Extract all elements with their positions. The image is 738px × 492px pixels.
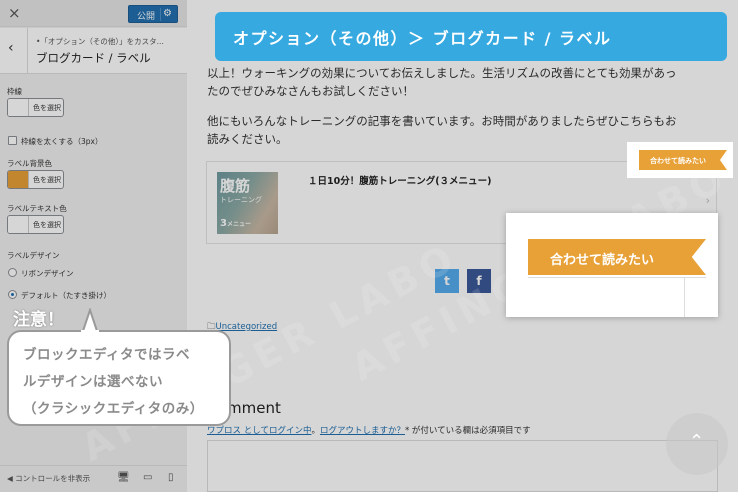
comment-heading: mment — [227, 399, 281, 417]
border-color-swatch — [8, 99, 29, 116]
screenshot-root: × 公開 ⚙ ‹ •「オプション（その他）」をカスタ... ブログカード / ラ… — [0, 0, 738, 492]
default-design-label: デフォルト（たすき掛け） — [21, 291, 111, 300]
hide-controls-button[interactable]: ◀ コントロールを非表示 — [7, 473, 90, 484]
category-link[interactable]: Uncategorized — [216, 322, 278, 332]
select-color-text: 色を選択 — [33, 104, 61, 112]
breadcrumb: •「オプション（その他）」をカスタ... — [36, 37, 164, 46]
thumbnail-text-sub: トレーニング — [220, 196, 262, 204]
publish-button[interactable]: 公開 ⚙ — [128, 5, 178, 23]
comment-textarea[interactable] — [207, 440, 718, 492]
publish-divider — [160, 8, 161, 21]
thick-border-checkbox[interactable] — [8, 136, 17, 145]
default-design-radio[interactable] — [8, 290, 17, 299]
bubble-line-2: ルデザインは選べない — [23, 374, 163, 390]
speech-bubble: ブロックエディタではラベ ルデザインは選べない （クラシックエディタのみ） — [7, 330, 231, 426]
customizer-topbar: × 公開 ⚙ — [0, 0, 187, 27]
chevron-right-icon: › — [705, 194, 710, 207]
scroll-top-button[interactable]: ⌃ — [666, 413, 728, 475]
small-ribbon-label: 合わせて読みたい — [639, 150, 727, 170]
label-text-color-swatch — [8, 216, 29, 233]
card-thumbnail: 腹筋 トレーニング 3メニュー — [217, 172, 278, 234]
logout-link[interactable]: ログアウトしますか？ — [320, 426, 405, 436]
zoomed-ribbon-callout: 合わせて読みたい — [506, 213, 718, 317]
section-header: ‹ •「オプション（その他）」をカスタ... ブログカード / ラベル — [0, 28, 187, 74]
section-title: ブログカード / ラベル — [36, 51, 151, 65]
thumbnail-text-count: 3メニュー — [220, 218, 251, 229]
paragraph-1-line-1: 以上！ウォーキングの効果についてお伝えしました。生活リズムの改善にとても効果があ… — [207, 66, 677, 80]
chevron-left-icon: ‹ — [8, 40, 14, 56]
label-bg-color-button[interactable]: 色を選択 — [7, 170, 64, 189]
paragraph-1-line-2: たのでぜひみなさんもお試しください！ — [207, 84, 414, 98]
publish-label: 公開 — [137, 12, 156, 22]
card-edge-line — [528, 277, 706, 278]
label-bg-color-swatch — [8, 171, 29, 188]
border-color-button[interactable]: 色を選択 — [7, 98, 64, 117]
customizer-footer: ◀ コントロールを非表示 🖥 ▭ ▯ — [0, 465, 187, 492]
label-text-color-button[interactable]: 色を選択 — [7, 215, 64, 234]
bubble-line-1: ブロックエディタではラベ — [23, 347, 191, 363]
logged-in-line: ワプロス としてログイン中。ログアウトしますか？* が付いている欄は必須項目です — [207, 426, 531, 436]
label-bg-label: ラベル背景色 — [7, 159, 52, 168]
mobile-icon[interactable]: ▯ — [168, 472, 174, 483]
select-color-text: 色を選択 — [33, 176, 61, 184]
small-ribbon-callout: 合わせて読みたい — [627, 142, 733, 178]
zoomed-ribbon-label: 合わせて読みたい — [528, 239, 706, 275]
speech-bubble-tail — [80, 308, 100, 334]
tablet-icon[interactable]: ▭ — [143, 472, 152, 483]
back-button[interactable]: ‹ — [0, 28, 28, 74]
thick-border-label: 枠線を太くする（3px） — [21, 137, 103, 146]
border-label: 枠線 — [7, 87, 22, 96]
label-text-color-label: ラベルテキスト色 — [7, 204, 67, 213]
desktop-icon[interactable]: 🖥 — [117, 472, 130, 483]
logged-in-link[interactable]: ワプロス としてログイン中 — [207, 426, 311, 436]
label-design-label: ラベルデザイン — [7, 251, 60, 260]
required-note: * が付いている欄は必須項目です — [404, 426, 531, 436]
paragraph-2-line-2: 読みください。 — [207, 132, 288, 146]
ribbon-design-radio[interactable] — [8, 268, 17, 277]
close-icon[interactable]: × — [8, 4, 21, 22]
card-title: １日10分！腹筋トレーニング(３メニュー) — [308, 176, 492, 187]
twitter-icon[interactable]: t — [435, 269, 459, 293]
bubble-line-3: （クラシックエディタのみ） — [23, 401, 204, 417]
hide-controls-label: コントロールを非表示 — [15, 474, 91, 483]
chevron-up-icon: ⌃ — [689, 431, 705, 452]
gear-icon[interactable]: ⚙ — [163, 8, 172, 19]
card-edge-vline — [684, 277, 685, 317]
select-color-text: 色を選択 — [33, 221, 61, 229]
paragraph-2-line-1: 他にもいろんなトレーニングの記事を書いています。お時間がありましたらぜひこちらも… — [207, 114, 677, 128]
ribbon-design-label: リボンデザイン — [21, 269, 74, 278]
thumbnail-text-main: 腹筋 — [220, 177, 251, 195]
title-banner: オプション（その他）＞ ブログカード / ラベル — [215, 12, 727, 61]
note-title: 注意！ — [13, 310, 64, 330]
title-banner-text: オプション（その他）＞ ブログカード / ラベル — [233, 29, 612, 48]
facebook-icon[interactable]: f — [467, 269, 491, 293]
